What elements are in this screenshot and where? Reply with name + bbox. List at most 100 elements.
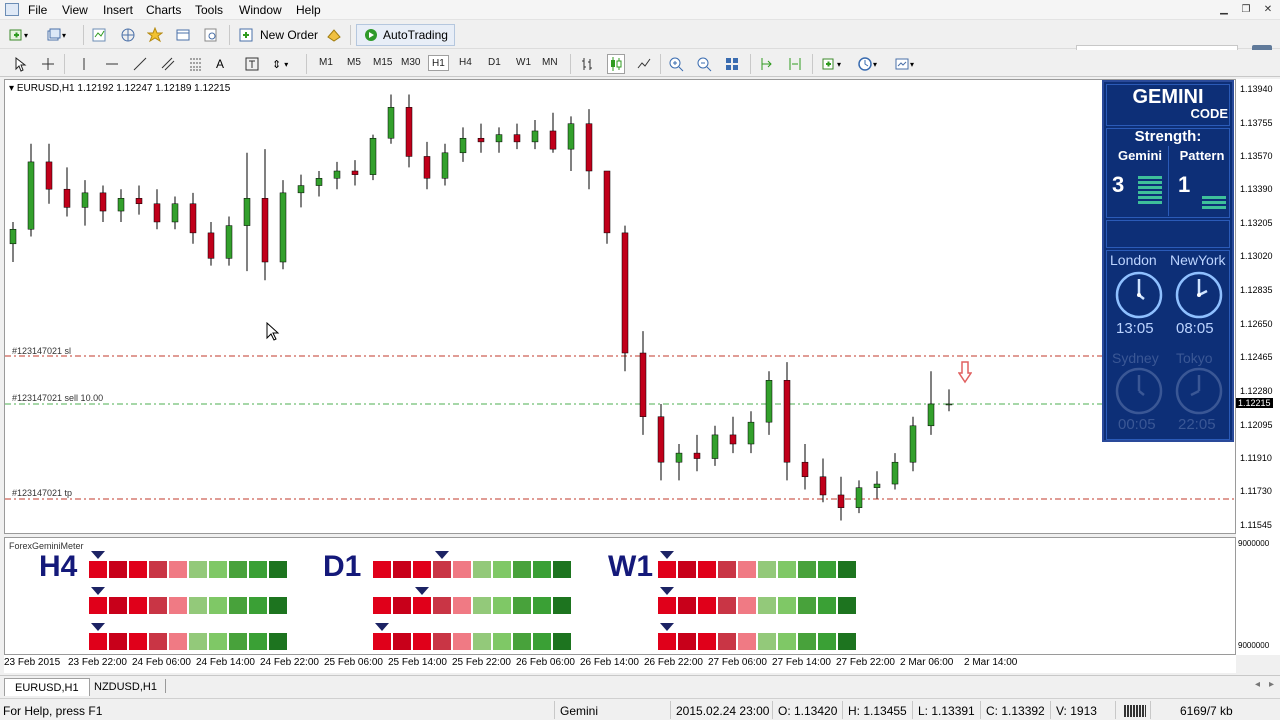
- menu-help[interactable]: Help: [296, 3, 321, 17]
- gemini-strength-bars-icon: [1138, 176, 1162, 206]
- close-icon[interactable]: ✕: [1260, 2, 1276, 17]
- channel-icon[interactable]: [160, 54, 176, 74]
- fibonacci-icon[interactable]: [188, 54, 204, 74]
- sydney-clock-icon: [1115, 367, 1163, 415]
- meter-cell: [553, 561, 571, 578]
- line-chart-icon[interactable]: [636, 54, 652, 74]
- time-tick: 24 Feb 14:00: [196, 657, 255, 668]
- menu-view[interactable]: View: [62, 3, 88, 17]
- tab-nzdusd[interactable]: NZDUSD,H1: [84, 678, 167, 696]
- cursor-icon[interactable]: [12, 54, 28, 74]
- meter-cell: [473, 633, 491, 650]
- text-tool-icon[interactable]: A: [216, 54, 224, 74]
- periods-icon[interactable]: ▾: [857, 54, 877, 74]
- sydney-time: 00:05: [1118, 416, 1156, 433]
- profiles-button[interactable]: ▾: [46, 25, 66, 45]
- terminal-icon[interactable]: [175, 25, 191, 45]
- tab-scroll-right-icon[interactable]: ▸: [1269, 679, 1274, 690]
- horizontal-line-icon[interactable]: [104, 54, 120, 74]
- text-label-icon[interactable]: [244, 54, 260, 74]
- zoom-out-icon[interactable]: [696, 54, 712, 74]
- timeframe-h4[interactable]: H4: [456, 55, 475, 71]
- vertical-line-icon[interactable]: [76, 54, 92, 74]
- meter-cell: [493, 633, 511, 650]
- candle-body: [945, 403, 953, 406]
- meter-cell: [658, 561, 676, 578]
- meter-cell: [393, 633, 411, 650]
- tester-icon[interactable]: [203, 25, 219, 45]
- meter-cell: [533, 561, 551, 578]
- metaeditor-icon[interactable]: [326, 25, 342, 45]
- meter-cell: [129, 561, 147, 578]
- timeframe-h1[interactable]: H1: [428, 55, 449, 71]
- menu-charts[interactable]: Charts: [146, 3, 181, 17]
- candle-body: [675, 452, 683, 463]
- market-watch-icon[interactable]: [91, 25, 107, 45]
- strength-label: Strength:: [1134, 128, 1202, 145]
- candle-body: [153, 203, 161, 223]
- gemini-panel: GEMINI CODE Strength: Gemini Pattern 3 1…: [1102, 80, 1234, 442]
- candle-body: [297, 185, 305, 194]
- meter-row: [373, 597, 571, 614]
- timeframe-m1[interactable]: M1: [316, 55, 336, 71]
- timeframe-mn[interactable]: MN: [539, 55, 561, 71]
- meter-row: [373, 561, 571, 578]
- templates-icon[interactable]: ▾: [894, 54, 914, 74]
- status-volume: V: 1913: [1056, 704, 1097, 718]
- candlestick-chart-icon[interactable]: [607, 54, 625, 74]
- time-scale[interactable]: 23 Feb 2015 23 Feb 22:00 24 Feb 06:00 24 Fe…: [4, 655, 1236, 673]
- timeframe-w1[interactable]: W1: [513, 55, 534, 71]
- tile-windows-icon[interactable]: [724, 54, 740, 74]
- meter-marker-icon: [91, 623, 105, 631]
- timeframe-m5[interactable]: M5: [344, 55, 364, 71]
- meter-cell: [413, 561, 431, 578]
- timeframe-m30[interactable]: M30: [398, 55, 423, 71]
- restore-icon[interactable]: ❐: [1238, 2, 1254, 17]
- menu-file[interactable]: File: [28, 3, 47, 17]
- time-tick: 27 Feb 14:00: [772, 657, 831, 668]
- crosshair-icon[interactable]: [40, 54, 56, 74]
- meter-cell: [658, 633, 676, 650]
- new-chart-button[interactable]: ▾: [8, 25, 28, 45]
- meter-cell: [718, 633, 736, 650]
- menu-window[interactable]: Window: [239, 3, 282, 17]
- meter-cell: [149, 633, 167, 650]
- trendline-icon[interactable]: [132, 54, 148, 74]
- bar-chart-icon[interactable]: [579, 54, 595, 74]
- time-tick: 27 Feb 22:00: [836, 657, 895, 668]
- price-scale[interactable]: 1.13940 1.13755 1.13570 1.13390 1.13205 1.130…: [1236, 79, 1280, 655]
- new-order-button[interactable]: New Order: [238, 25, 318, 45]
- zoom-in-icon[interactable]: [668, 54, 684, 74]
- price-chart[interactable]: ▾ EURUSD,H1 1.12192 1.12247 1.12189 1.12…: [4, 79, 1236, 534]
- candle-body: [567, 123, 575, 150]
- arrows-icon[interactable]: ⇕ ▾: [272, 54, 288, 74]
- price-tick: 1.13020: [1240, 251, 1273, 262]
- favorites-icon[interactable]: [147, 25, 163, 45]
- chart-tabs: EURUSD,H1 NZDUSD,H1 ◂ ▸: [0, 675, 1280, 697]
- navigator-icon[interactable]: [120, 25, 136, 45]
- price-tick: 1.12280: [1240, 386, 1273, 397]
- candle-body: [63, 188, 71, 208]
- chart-shift-icon[interactable]: [787, 54, 803, 74]
- minimize-icon[interactable]: ▁: [1216, 2, 1232, 17]
- candle-body: [207, 232, 215, 259]
- candle-body: [441, 152, 449, 179]
- autoscroll-icon[interactable]: [759, 54, 775, 74]
- autotrading-button[interactable]: AutoTrading: [356, 24, 455, 46]
- meter-row: [89, 561, 287, 578]
- menu-tools[interactable]: Tools: [195, 3, 223, 17]
- indicators-icon[interactable]: ▾: [821, 54, 841, 74]
- tab-eurusd[interactable]: EURUSD,H1: [4, 678, 90, 696]
- meter-cell: [798, 597, 816, 614]
- candle-body: [873, 483, 881, 488]
- meter-cell: [189, 633, 207, 650]
- timeframe-d1[interactable]: D1: [485, 55, 504, 71]
- meter-cell: [373, 597, 391, 614]
- menu-insert[interactable]: Insert: [103, 3, 133, 17]
- timeframe-m15[interactable]: M15: [370, 55, 395, 71]
- meter-cell: [89, 633, 107, 650]
- current-price-tag: 1.12215: [1236, 397, 1273, 408]
- tab-scroll-left-icon[interactable]: ◂: [1255, 679, 1260, 690]
- candle-body: [423, 156, 431, 179]
- candles-svg: [5, 94, 1235, 521]
